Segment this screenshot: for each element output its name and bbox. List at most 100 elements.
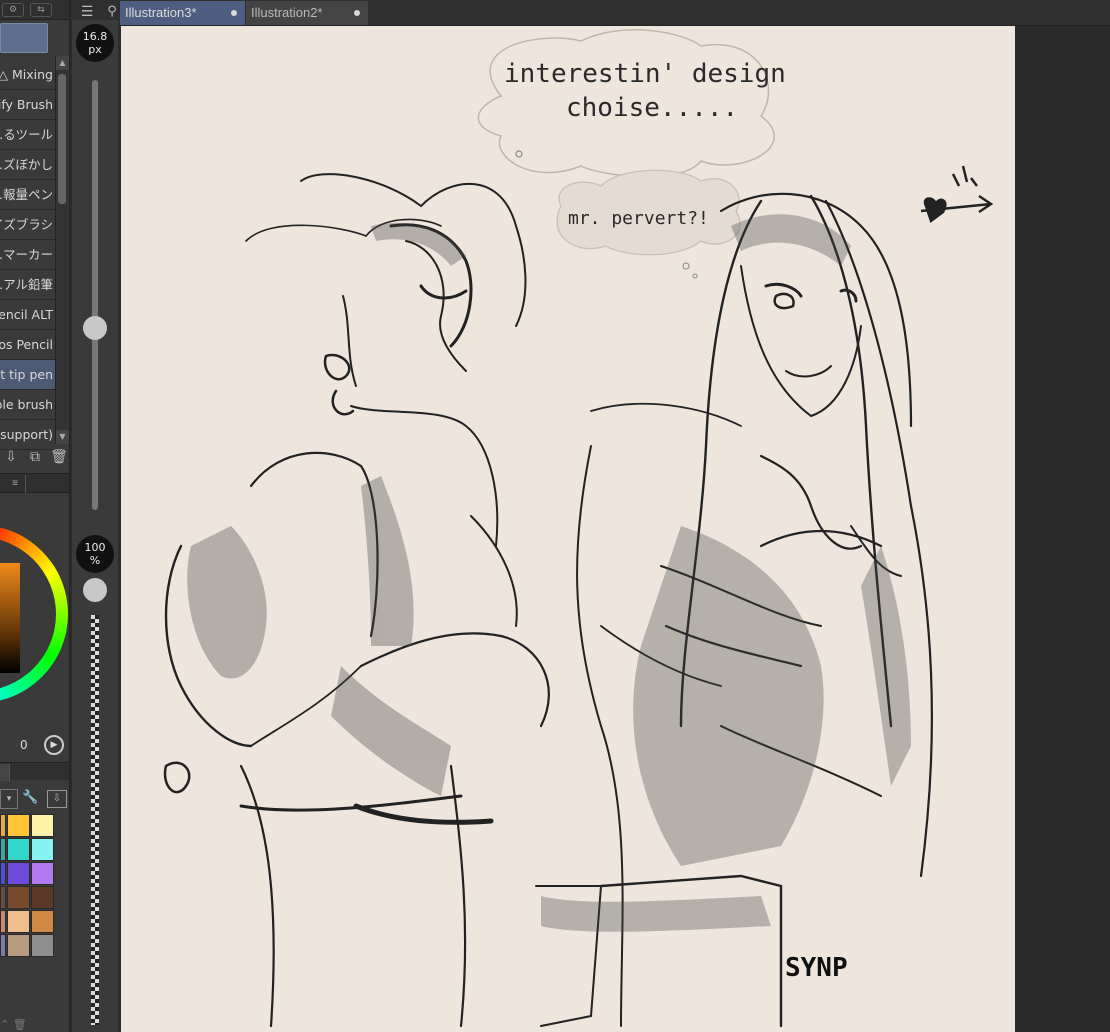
arrow-heart-doodle <box>920 165 994 224</box>
palette-swatch[interactable] <box>0 838 6 861</box>
opacity-badge: 100 % <box>76 535 114 573</box>
brush-item[interactable]: …ズぼかし <box>0 150 55 180</box>
palette-swatch[interactable] <box>7 886 30 909</box>
app-window: ☰ ⚲ Illustration3* Illustration2* ⚙ ⇆ …△… <box>0 0 1110 1032</box>
scroll-thumb[interactable] <box>58 74 66 204</box>
color-tab-icon[interactable]: ≡ <box>0 475 26 493</box>
palette-swatch[interactable] <box>0 862 6 885</box>
brush-size-unit: px <box>88 43 102 56</box>
scroll-up-icon[interactable]: ▲ <box>56 56 69 70</box>
close-tab-icon[interactable] <box>231 10 237 16</box>
saturation-value-square[interactable] <box>0 563 20 673</box>
duplicate-icon[interactable]: ⧉ <box>26 449 44 465</box>
tab-illustration2[interactable]: Illustration2* <box>246 1 368 25</box>
palette-swatch[interactable] <box>7 862 30 885</box>
brush-item-label: …報量ペン <box>0 187 53 202</box>
brush-size-track[interactable] <box>92 80 98 510</box>
brush-list-scrollbar[interactable]: ▲ ▼ <box>55 56 69 444</box>
scroll-down-icon[interactable]: ▼ <box>56 430 69 444</box>
palette-swatch[interactable] <box>31 934 54 957</box>
document-tab-bar: ☰ ⚲ Illustration3* Illustration2* <box>72 0 1110 26</box>
palette-swatch[interactable] <box>31 814 54 837</box>
brush-item-label: …ify Brush <box>0 97 53 112</box>
palette-swatch[interactable] <box>7 934 30 957</box>
drawing-canvas[interactable]: interestin' design choise..... mr. perve… <box>121 26 1015 1032</box>
readout-value: 0 <box>20 738 28 752</box>
artwork: interestin' design choise..... mr. perve… <box>163 29 994 1028</box>
brush-item[interactable]: …るツール <box>0 120 55 150</box>
bubble-dot <box>692 273 698 279</box>
palette-swatch[interactable] <box>0 910 6 933</box>
delete-icon[interactable]: 🗑 <box>50 449 68 465</box>
brush-item[interactable]: …報量ペン <box>0 180 55 210</box>
brush-item[interactable]: …マーカー <box>0 240 55 270</box>
color-panel-tabs: ≡ <box>0 473 69 493</box>
brush-item-label: …ズぼかし <box>0 157 53 172</box>
brush-item[interactable]: …アル鉛筆 <box>0 270 55 300</box>
opacity-unit: % <box>89 554 101 567</box>
palette-swatch[interactable] <box>31 910 54 933</box>
palette-swatch[interactable] <box>7 838 30 861</box>
speech-1-line2: choise..... <box>566 93 738 123</box>
speech-1-line1: interestin' design <box>504 59 786 89</box>
tab-label: Illustration2* <box>251 5 323 20</box>
subtool-group-selector[interactable] <box>0 23 48 53</box>
left-character-shading <box>187 222 466 796</box>
panel-footer: ⌃ 🗑 <box>0 1018 69 1032</box>
color-readout: 0 ▶ <box>0 735 69 755</box>
sub-tool-panel: ⚙ ⇆ …△ Mixing …ify Brush …るツール …ズぼかし …報量ペン …イ… <box>0 0 70 1032</box>
brush-size-value: 16.8 <box>82 30 108 43</box>
brush-item[interactable]: …ify Brush <box>0 90 55 120</box>
brush-item[interactable]: …ble brush <box>0 390 55 420</box>
brush-item[interactable]: …encil ALT <box>0 300 55 330</box>
brush-size-slider-knob[interactable] <box>83 316 107 340</box>
pin-icon[interactable]: ⌃ <box>0 1018 9 1031</box>
palette-dropdown-icon[interactable]: ▾ <box>0 789 18 809</box>
import-icon[interactable]: ⇩ <box>2 449 20 465</box>
palette-swatch[interactable] <box>7 814 30 837</box>
canvas-gutter <box>1015 26 1110 1032</box>
brush-item-label: …os Pencil <box>0 337 53 352</box>
brush-item[interactable]: …イズブラシ <box>0 210 55 240</box>
brush-item-label: …encil ALT <box>0 307 53 322</box>
palette-swatch[interactable] <box>0 886 6 909</box>
brush-item-label: …ble brush <box>0 397 53 412</box>
palette-tabs <box>0 762 69 781</box>
color-palette <box>0 814 56 957</box>
color-wheel[interactable] <box>0 500 69 730</box>
palette-swatch[interactable] <box>31 838 54 861</box>
save-palette-icon[interactable]: ⇩ <box>47 790 67 808</box>
subtool-actions: ⇩ ⧉ 🗑 <box>0 445 69 469</box>
palette-swatch[interactable] <box>31 886 54 909</box>
panel-tab-icon[interactable]: ⚙ <box>2 2 24 17</box>
menu-icon[interactable]: ☰ <box>76 2 98 22</box>
trash-icon[interactable]: 🗑 <box>13 1018 27 1031</box>
opacity-slider-knob[interactable] <box>83 578 107 602</box>
brush-item-label: …lt tip pen <box>0 367 53 382</box>
palette-swatch[interactable] <box>31 862 54 885</box>
artist-signature: SYNP <box>785 953 848 983</box>
bubble-dot <box>515 150 523 158</box>
tool-property-icon[interactable]: ⚲ <box>104 2 120 22</box>
tab-label: Illustration3* <box>125 5 197 20</box>
play-icon[interactable]: ▶ <box>44 735 64 755</box>
close-tab-icon[interactable] <box>354 10 360 16</box>
palette-tab[interactable] <box>0 764 10 781</box>
brush-item-label: …△ Mixing <box>0 67 53 82</box>
opacity-track[interactable] <box>91 615 99 1025</box>
brush-item-label: …マーカー <box>0 247 53 262</box>
palette-swatch[interactable] <box>7 910 30 933</box>
tab-illustration3[interactable]: Illustration3* <box>120 1 245 25</box>
palette-swatch[interactable] <box>0 814 6 837</box>
bubble-dot <box>682 262 690 270</box>
brush-item[interactable]: …lt tip pen <box>0 360 55 390</box>
brush-item[interactable]: …△ Mixing <box>0 60 55 90</box>
wrench-icon[interactable]: 🔧 <box>22 790 38 805</box>
panel-tab-icon[interactable]: ⇆ <box>30 2 52 17</box>
palette-tools: ▾ 🔧 ⇩ <box>0 787 69 811</box>
brush-item[interactable]: …os Pencil <box>0 330 55 360</box>
palette-swatch[interactable] <box>0 934 6 957</box>
brush-item-label: …(support) <box>0 427 53 442</box>
speech-2: mr. pervert?! <box>568 208 709 229</box>
brush-item-label: …るツール <box>0 127 53 142</box>
